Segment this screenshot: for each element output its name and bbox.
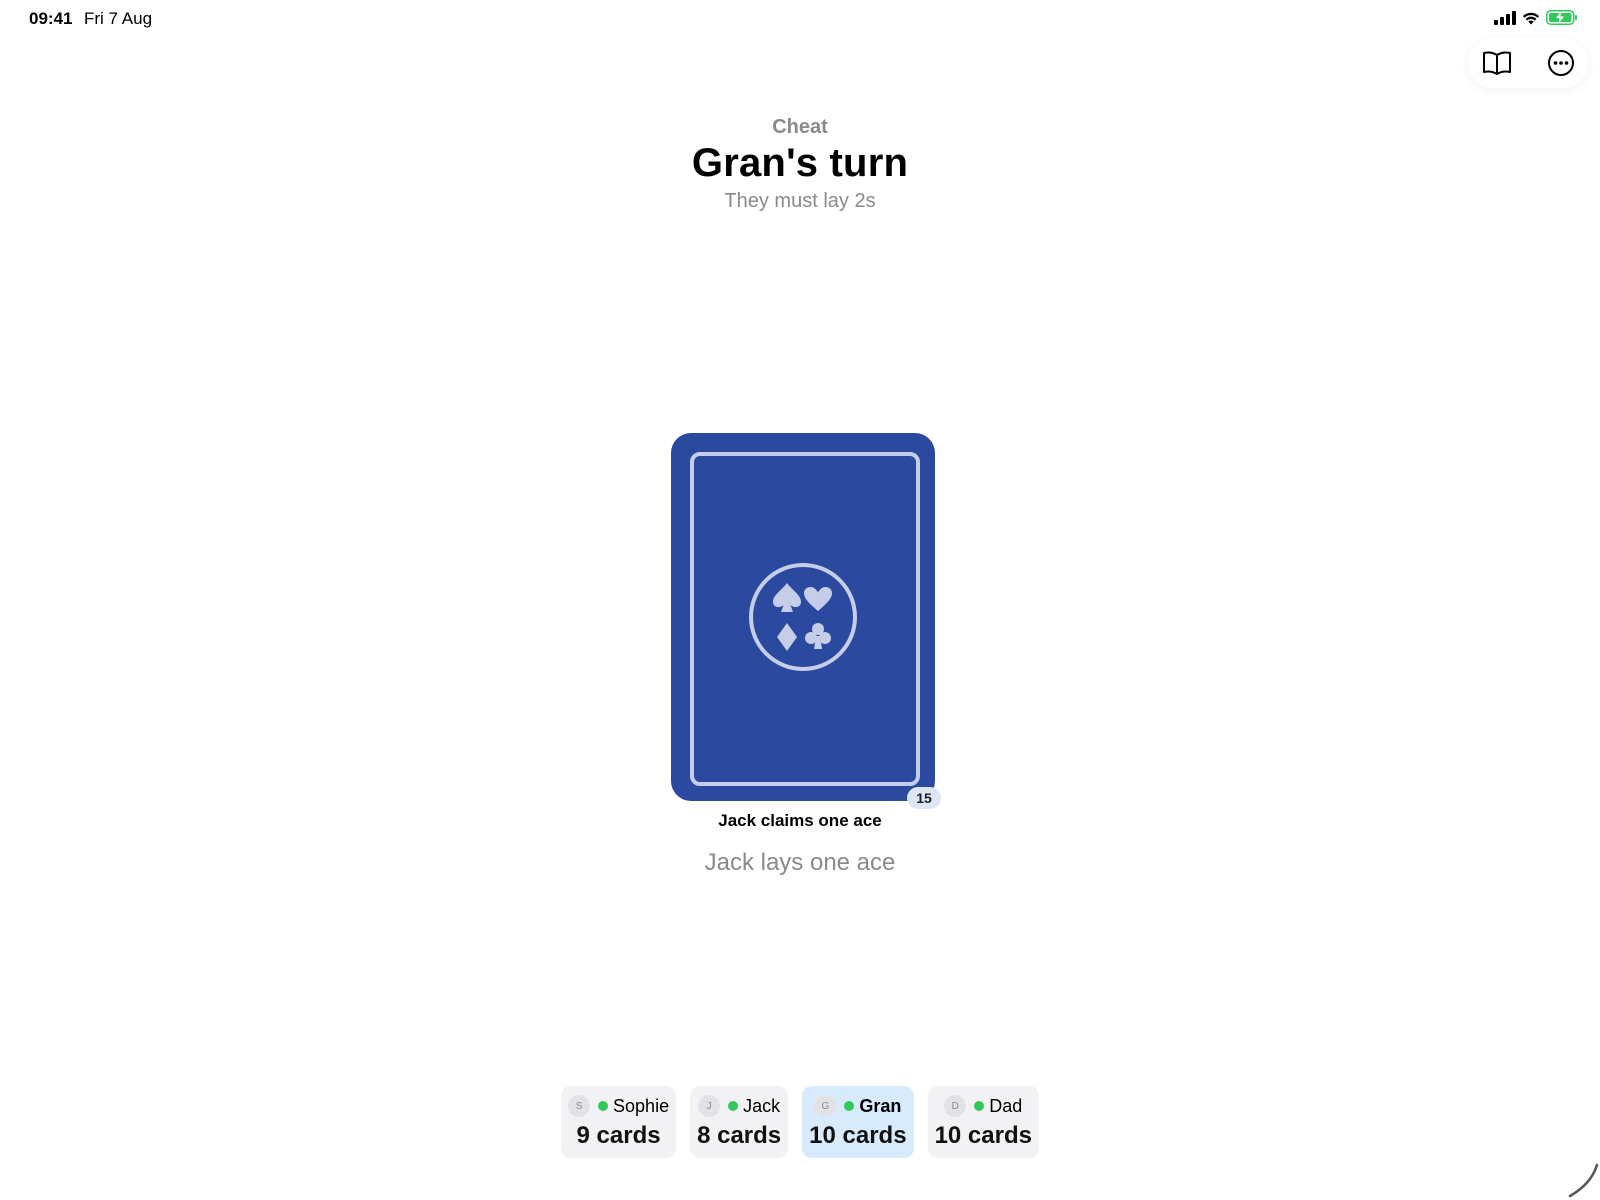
player-name: Jack [743, 1095, 781, 1116]
avatar: J [698, 1095, 721, 1117]
turn-header: Cheat Gran's turn They must lay 2s [0, 116, 1600, 213]
cellular-signal-icon [1494, 10, 1516, 25]
last-action-text: Jack lays one ace [704, 849, 896, 876]
player-name: Dad [989, 1095, 1023, 1116]
player-card-count: 9 cards [576, 1122, 661, 1149]
pile-count-badge: 15 [907, 787, 941, 809]
online-status-dot [974, 1101, 985, 1111]
player-name: Sophie [613, 1095, 670, 1116]
avatar: G [814, 1095, 837, 1117]
status-time: 09:41 [29, 9, 73, 28]
book-icon [1483, 51, 1511, 75]
turn-title: Gran's turn [691, 141, 909, 185]
online-status-dot [728, 1101, 739, 1111]
top-toolbar [1468, 38, 1588, 88]
corner-resize-handle-icon [1568, 1163, 1599, 1198]
player-chip-gran[interactable]: G Gran 10 cards [802, 1086, 914, 1158]
online-status-dot [844, 1101, 855, 1111]
player-chip-sophie[interactable]: S Sophie 9 cards [561, 1086, 677, 1158]
claim-label: Jack claims one ace [718, 811, 882, 830]
avatar: S [568, 1095, 591, 1117]
more-options-button[interactable] [1544, 46, 1578, 80]
player-chip-jack[interactable]: J Jack 8 cards [690, 1086, 789, 1158]
card-suits-emblem-icon [749, 563, 857, 671]
player-name: Gran [859, 1095, 902, 1116]
status-icons [1494, 10, 1578, 25]
status-date: Fri 7 Aug [84, 9, 153, 28]
ellipsis-circle-icon [1548, 50, 1574, 76]
player-card-count: 10 cards [934, 1122, 1032, 1149]
rules-button[interactable] [1480, 46, 1514, 80]
discard-pile[interactable]: 15 [671, 433, 941, 809]
player-chip-dad[interactable]: D Dad 10 cards [927, 1086, 1039, 1158]
status-bar: 09:41 Fri 7 Aug [0, 0, 1600, 40]
battery-charging-icon [1546, 10, 1577, 25]
player-card-count: 8 cards [697, 1122, 782, 1149]
game-name: Cheat [772, 116, 828, 138]
player-card-count: 10 cards [809, 1122, 907, 1149]
card-back [671, 433, 935, 801]
player-list: S Sophie 9 cards J Jack 8 cards G Gran 1… [0, 1086, 1600, 1158]
online-status-dot [598, 1101, 609, 1111]
wifi-icon [1522, 12, 1540, 24]
turn-subtitle: They must lay 2s [724, 190, 876, 212]
avatar: D [944, 1095, 967, 1117]
